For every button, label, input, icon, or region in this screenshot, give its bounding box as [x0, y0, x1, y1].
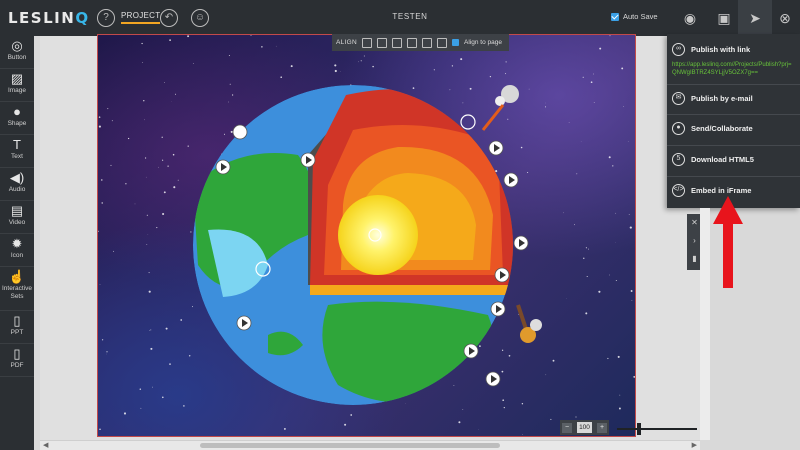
pdf-icon: ▯ — [13, 346, 21, 361]
publish-by-email-item[interactable]: ✉ Publish by e-mail — [667, 85, 800, 111]
top-bar: LESLINQ ? PROJECT ↶ ☺ TESTEN Auto Save ◉… — [0, 0, 800, 36]
align-center-icon[interactable] — [422, 37, 433, 48]
align-to-page-checkbox[interactable] — [452, 39, 460, 46]
align-left-icon[interactable] — [407, 37, 418, 48]
close-icon[interactable]: ⊗ — [768, 0, 800, 36]
person-icon: ● — [672, 121, 685, 135]
email-icon: ✉ — [672, 91, 685, 105]
zoom-control: − 100 + — [560, 420, 609, 435]
publish-send-icon[interactable]: ➤ — [738, 0, 772, 36]
preview-eye-icon[interactable]: ◉ — [673, 0, 707, 36]
autosave-toggle[interactable]: Auto Save — [611, 12, 658, 21]
tool-button[interactable]: ◎ Button — [0, 36, 34, 69]
emoji-icon[interactable]: ☺ — [191, 9, 209, 27]
horizontal-scrollbar[interactable]: ◀ ▶ — [40, 440, 700, 450]
tool-ppt[interactable]: ▯ PPT — [0, 311, 34, 344]
shape-icon: ● — [13, 104, 21, 119]
tool-interactive-sets[interactable]: ☝ Interactive Sets — [0, 267, 34, 311]
align-right-icon[interactable] — [437, 37, 448, 48]
publish-with-link-item[interactable]: ∞ Publish with link — [667, 36, 800, 62]
button-icon: ◎ — [11, 38, 23, 53]
autosave-checkbox[interactable] — [611, 12, 619, 21]
code-icon: </> — [672, 183, 685, 197]
publish-link-url[interactable]: https://app.leslinq.com//Projects/Publis… — [672, 61, 796, 77]
video-icon: ▤ — [10, 203, 24, 218]
align-label: ALIGN — [336, 39, 358, 46]
tool-icon[interactable]: ✹ Icon — [0, 234, 34, 267]
red-arrow-annotation — [713, 196, 743, 288]
tool-video[interactable]: ▤ Video — [0, 201, 34, 234]
tool-shape[interactable]: ● Shape — [0, 102, 34, 135]
interactive-sets-icon: ☝ — [8, 269, 26, 284]
earth-cross-section-image[interactable] — [98, 35, 636, 437]
tool-pdf[interactable]: ▯ PDF — [0, 344, 34, 377]
document-title: TESTEN — [392, 12, 428, 21]
html5-icon: 5 — [672, 152, 685, 166]
align-middle-icon[interactable] — [377, 37, 388, 48]
zoom-in-button[interactable]: + — [596, 422, 607, 433]
chat-icon[interactable]: ? — [97, 9, 115, 27]
logo: LESLINQ — [8, 9, 90, 27]
send-collaborate-item[interactable]: ● Send/Collaborate — [667, 115, 800, 141]
zoom-slider-track[interactable] — [617, 428, 697, 430]
save-icon[interactable]: ▣ — [707, 0, 741, 36]
scroll-thumb[interactable] — [200, 443, 500, 448]
slide-canvas[interactable] — [97, 34, 636, 437]
undo-icon[interactable]: ↶ — [160, 9, 178, 27]
zoom-slider-knob[interactable] — [637, 423, 641, 435]
ppt-icon: ▯ — [13, 313, 21, 328]
audio-icon: ◀) — [9, 170, 25, 185]
align-bottom-icon[interactable] — [392, 37, 403, 48]
tool-image[interactable]: ▨ Image — [0, 69, 34, 102]
download-html5-item[interactable]: 5 Download HTML5 — [667, 146, 800, 172]
publish-menu: ∞ Publish with link https://app.leslinq.… — [667, 34, 800, 208]
icon-icon: ✹ — [11, 236, 23, 251]
zoom-value[interactable]: 100 — [577, 422, 592, 433]
tool-audio[interactable]: ◀) Audio — [0, 168, 34, 201]
tool-text[interactable]: T Text — [0, 135, 34, 168]
left-toolbar: ◎ Button ▨ Image ● Shape T Text ◀) Audio ▤ Vid… — [0, 36, 34, 450]
text-icon: T — [13, 137, 21, 152]
zoom-out-button[interactable]: − — [562, 422, 572, 433]
align-to-page-label: Align to page — [464, 39, 502, 46]
link-icon: ∞ — [672, 42, 685, 56]
align-top-icon[interactable] — [362, 37, 373, 48]
image-icon: ▨ — [10, 71, 24, 86]
tab-project[interactable]: PROJECT — [121, 11, 161, 24]
align-bar: ALIGN Align to page — [332, 34, 509, 51]
vertical-scrollbar[interactable] — [700, 208, 710, 440]
